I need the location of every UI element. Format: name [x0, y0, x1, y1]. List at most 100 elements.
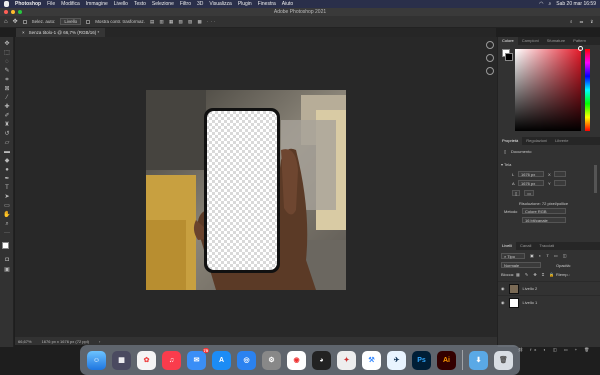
status-arrow-icon[interactable]: › [99, 339, 100, 344]
brush-tool-icon[interactable]: ✐ [3, 113, 11, 119]
wifi-icon[interactable]: ◠ [539, 1, 543, 7]
frame-tool-icon[interactable]: ⊠ [3, 86, 11, 92]
menu-immagine[interactable]: Immagine [86, 1, 108, 7]
safari-icon[interactable]: ◎ [237, 350, 256, 370]
screen-mode-icon[interactable]: ▣ [3, 267, 11, 273]
foreground-color-swatch[interactable] [2, 242, 9, 249]
gradient-tool-icon[interactable]: ▬ [3, 149, 11, 155]
illustrator-icon[interactable]: Ai [437, 350, 456, 370]
crop-tool-icon[interactable]: ⌗ [3, 77, 11, 83]
menu-plugin[interactable]: Plugin [238, 1, 252, 7]
quick-select-tool-icon[interactable]: ✎ [3, 68, 11, 74]
layer-filter-dropdown[interactable]: ⌕ Tipo [501, 253, 525, 259]
tab-campioni[interactable]: Campioni [518, 37, 543, 45]
type-tool-icon[interactable]: T [3, 185, 11, 191]
downloads-folder-icon[interactable]: ⬇ [469, 350, 488, 370]
canvas-section-label[interactable]: ▾ Tela [501, 162, 511, 167]
tab-regolazioni[interactable]: Regolazioni [522, 137, 551, 145]
quick-mask-icon[interactable]: ◘ [3, 257, 11, 263]
github-desktop-icon[interactable]: ◕ [312, 350, 331, 370]
depth-dropdown[interactable]: 16 bit/canale [522, 217, 566, 223]
lock-icons[interactable]: ▦ ✎ ✥ ⌗ 🔒 [516, 272, 556, 277]
move-tool-icon[interactable]: ✥ [3, 41, 11, 47]
blend-mode-dropdown[interactable]: Normale [501, 262, 541, 268]
testflight-icon[interactable]: ✈ [387, 350, 406, 370]
visibility-eye-icon[interactable]: ◉ [501, 286, 505, 291]
menu-finestra[interactable]: Finestra [258, 1, 276, 7]
align-icons[interactable]: ▤ ▥ ▦ ▧ ▨ ▩ ··· [150, 19, 218, 25]
home-icon[interactable]: ⌂ [4, 19, 8, 25]
landscape-icon[interactable]: ▭ [524, 190, 534, 196]
stamp-tool-icon[interactable]: ♜ [3, 122, 11, 128]
music-icon[interactable]: ♫ [162, 350, 181, 370]
menu-file[interactable]: File [47, 1, 55, 7]
document-canvas[interactable] [146, 90, 346, 290]
y-field[interactable] [554, 180, 566, 186]
pen-tool-icon[interactable]: ✒ [3, 176, 11, 182]
transform-controls-checkbox[interactable] [86, 19, 91, 24]
tab-sfumature[interactable]: Sfumature [543, 37, 569, 45]
move-tool-icon[interactable]: ✥ [13, 18, 18, 25]
tab-proprieta[interactable]: Proprietà [498, 137, 523, 145]
orientation-icons[interactable]: ▯ ▭ [512, 190, 534, 196]
clock[interactable]: Sab 20 mar 16:59 [556, 1, 596, 7]
menu-aiuto[interactable]: Aiuto [282, 1, 293, 7]
visibility-eye-icon[interactable]: ◉ [501, 300, 505, 305]
tab-tracciati[interactable]: Tracciati [535, 242, 558, 250]
auto-select-checkbox[interactable] [22, 19, 27, 24]
eraser-tool-icon[interactable]: ▱ [3, 140, 11, 146]
menu-filtro[interactable]: Filtro [180, 1, 191, 7]
history-brush-tool-icon[interactable]: ↺ [3, 131, 11, 137]
launchpad-icon[interactable]: ▦ [112, 350, 131, 370]
hand-tool-icon[interactable]: ✋ [3, 212, 11, 218]
color-picker-field[interactable] [515, 49, 581, 131]
marquee-tool-icon[interactable]: ⬚ [3, 50, 11, 56]
close-window-icon[interactable] [4, 10, 8, 14]
auto-select-dropdown[interactable]: Livello [60, 18, 82, 25]
menu-modifica[interactable]: Modifica [61, 1, 80, 7]
menu-3d[interactable]: 3D [197, 1, 203, 7]
tab-librerie[interactable]: Librerie [551, 137, 572, 145]
system-preferences-icon[interactable]: ⚙ [262, 350, 281, 370]
right-options-icons[interactable]: ⌕ ▭ ⇪ [570, 19, 596, 24]
menu-selezione[interactable]: Selezione [152, 1, 174, 7]
app-store-icon[interactable]: A [212, 350, 231, 370]
dodge-tool-icon[interactable]: ● [3, 167, 11, 173]
layer-row[interactable]: ◉ Livello 1 [498, 295, 600, 309]
layer-name[interactable]: Livello 1 [523, 300, 538, 305]
history-panel-icon[interactable] [486, 41, 494, 49]
portrait-icon[interactable]: ▯ [512, 190, 521, 196]
menu-visualizza[interactable]: Visualizza [209, 1, 231, 7]
properties-scrollbar[interactable] [594, 165, 597, 193]
shape-tool-icon[interactable]: ▭ [3, 203, 11, 209]
photos-icon[interactable]: ✿ [137, 350, 156, 370]
width-field[interactable]: 1676 px [518, 171, 544, 177]
tab-colore[interactable]: Colore [498, 37, 518, 45]
zoom-level[interactable]: 66,67% [18, 339, 32, 344]
xcode-icon[interactable]: ⚒ [362, 350, 381, 370]
eyedropper-tool-icon[interactable]: ⁄ [3, 95, 11, 101]
info-panel-icon[interactable] [486, 54, 494, 62]
lasso-tool-icon[interactable]: ◌ [3, 59, 11, 65]
document-size[interactable]: 1676 px x 1676 px (72 ppi) [42, 339, 89, 344]
trash-icon[interactable]: 🗑 [494, 350, 513, 370]
hue-slider[interactable] [585, 49, 590, 131]
search-icon[interactable]: ⌕ [548, 1, 551, 7]
height-field[interactable]: 1676 px [518, 180, 544, 186]
color-picker-handle[interactable] [578, 46, 583, 51]
menu-app-name[interactable]: Photoshop [15, 1, 41, 7]
menu-livello[interactable]: Livello [114, 1, 128, 7]
more-tools-icon[interactable]: ··· [3, 230, 11, 236]
layer-row[interactable]: ◉ Livello 2 [498, 281, 600, 295]
finder-icon[interactable]: ☺ [87, 350, 106, 370]
apple-icon[interactable] [4, 1, 9, 7]
chrome-icon[interactable]: ◉ [287, 350, 306, 370]
blur-tool-icon[interactable]: ◆ [3, 158, 11, 164]
adjust-panel-icon[interactable] [486, 67, 494, 75]
mode-dropdown[interactable]: Colore RGB [522, 208, 566, 214]
healing-tool-icon[interactable]: ✚ [3, 104, 11, 110]
minimize-window-icon[interactable] [11, 10, 15, 14]
document-tab[interactable]: × Senza titolo-1 @ 66,7% (RGB/16) * [16, 28, 106, 37]
tab-pattern[interactable]: Pattern [569, 37, 590, 45]
mail-icon[interactable]: ✉ 75 [187, 347, 209, 370]
